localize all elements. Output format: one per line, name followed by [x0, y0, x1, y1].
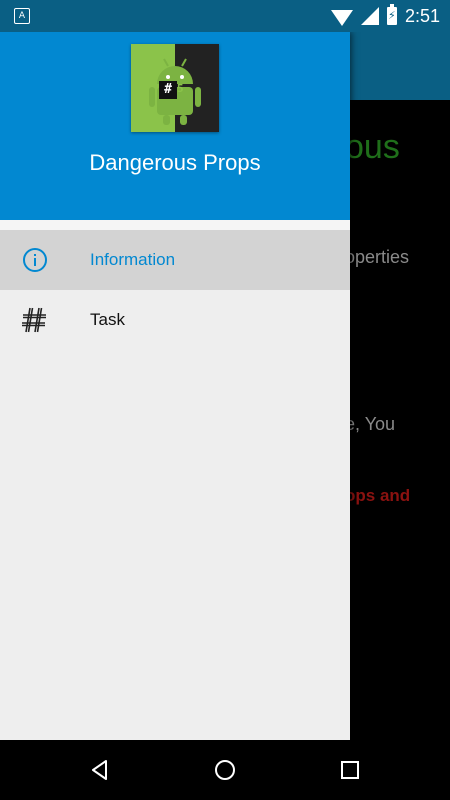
navigation-drawer: # 5 Dangerous Props Information Task — [0, 32, 350, 740]
menu-item-task[interactable]: Task — [0, 290, 350, 350]
app-logo-icon: # 5 — [131, 44, 219, 132]
notification-app-icon: A — [14, 8, 30, 24]
signal-icon — [360, 7, 379, 25]
menu-item-label: Task — [90, 310, 125, 329]
system-nav-bar — [0, 740, 450, 800]
home-icon[interactable] — [213, 758, 237, 782]
header-divider — [0, 220, 350, 230]
app-name: Dangerous Props — [89, 150, 261, 175]
wifi-icon — [330, 10, 353, 26]
menu-item-label: Information — [90, 250, 176, 269]
status-icons: ⚡ 2:51 — [330, 4, 440, 28]
back-icon[interactable] — [88, 758, 112, 782]
logo-number: 5 — [177, 82, 184, 95]
charging-icon: ⚡ — [387, 9, 396, 22]
hash-icon — [22, 307, 46, 333]
drawer-header: # 5 Dangerous Props — [0, 32, 350, 220]
battery-icon: ⚡ — [386, 4, 397, 25]
status-bar: A ⚡ 2:51 — [0, 0, 450, 32]
logo-hash: # — [159, 81, 177, 99]
clock: 2:51 — [404, 5, 440, 26]
menu-item-information[interactable]: Information — [0, 230, 350, 290]
recents-icon[interactable] — [338, 758, 362, 782]
info-icon — [23, 248, 47, 272]
